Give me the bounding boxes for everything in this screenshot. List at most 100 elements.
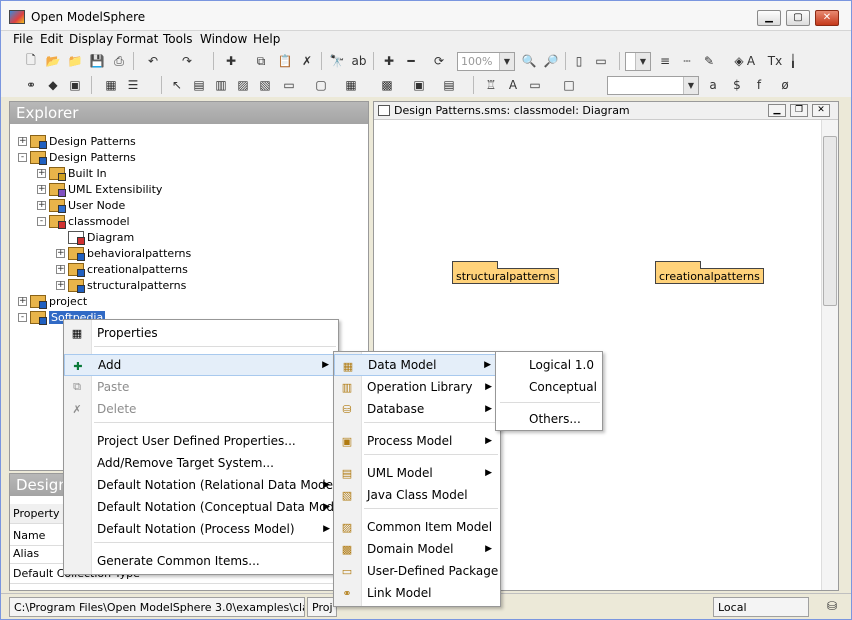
- add-menu-item[interactable]: ▭ User-Defined Package: [334, 560, 500, 582]
- context-menu-item[interactable]: ✗ Delete: [64, 398, 338, 420]
- currency-f-icon[interactable]: f: [751, 77, 767, 93]
- link-tool-icon[interactable]: ▦: [343, 77, 359, 93]
- paste-icon[interactable]: 📋: [277, 53, 293, 69]
- pen-color-icon[interactable]: ✎: [701, 53, 717, 69]
- association-tool-icon[interactable]: ▨: [235, 77, 251, 93]
- line-dash-icon[interactable]: ┄: [679, 53, 695, 69]
- add-menu-item[interactable]: ▧ Java Class Model: [334, 484, 500, 506]
- context-menu-item[interactable]: ▦ Properties: [64, 322, 338, 344]
- page-icon[interactable]: ▯: [571, 53, 587, 69]
- vertical-scrollbar[interactable]: [821, 120, 838, 590]
- null-icon[interactable]: ø: [777, 77, 793, 93]
- zoom-in-icon[interactable]: 🔍: [521, 53, 537, 69]
- chevron-down-icon[interactable]: ▼: [635, 53, 650, 70]
- replace-icon[interactable]: ab: [351, 53, 367, 69]
- class-tool-icon[interactable]: ▤: [191, 77, 207, 93]
- menu-display[interactable]: Display: [69, 32, 113, 46]
- mdi-close-button[interactable]: ✕: [812, 104, 830, 117]
- add-menu-item[interactable]: ▣ Process Model ▶: [334, 430, 500, 452]
- tree-item[interactable]: + project: [18, 293, 87, 309]
- menu-format[interactable]: Format: [116, 32, 158, 46]
- tree-item[interactable]: + Design Patterns: [18, 133, 136, 149]
- graphic-tool-icon[interactable]: ▤: [441, 77, 457, 93]
- menu-file[interactable]: File: [13, 32, 33, 46]
- package-icon[interactable]: ▣: [67, 77, 83, 93]
- minimize-button[interactable]: ▁: [757, 10, 781, 26]
- chevron-down-icon[interactable]: ▼: [683, 77, 698, 94]
- zoom-out-object-icon[interactable]: ━: [403, 53, 419, 69]
- note-tool-icon[interactable]: ▢: [313, 77, 329, 93]
- generalization-tool-icon[interactable]: ▧: [257, 77, 273, 93]
- open-folder-icon[interactable]: 📂: [45, 53, 61, 69]
- mdi-restore-button[interactable]: ❐: [790, 104, 808, 117]
- tree-item[interactable]: - Design Patterns: [18, 149, 136, 165]
- database-icon[interactable]: ⛁: [823, 597, 841, 615]
- add-menu-item[interactable]: ▨ Common Item Model: [334, 516, 500, 538]
- scrollbar-thumb[interactable]: [823, 136, 837, 306]
- open-recent-icon[interactable]: 📁: [67, 53, 83, 69]
- delete-icon[interactable]: ✗: [299, 53, 315, 69]
- add-menu-item[interactable]: ⚭ Link Model: [334, 582, 500, 604]
- currency-dollar-icon[interactable]: $: [729, 77, 745, 93]
- refresh-icon[interactable]: ⟳: [431, 53, 447, 69]
- add-menu-item[interactable]: ▥ Operation Library ▶: [334, 376, 500, 398]
- tree-item[interactable]: + UML Extensibility: [37, 181, 162, 197]
- interface-tool-icon[interactable]: ▥: [213, 77, 229, 93]
- text-label-icon[interactable]: A: [505, 77, 521, 93]
- tree-item[interactable]: + structuralpatterns: [56, 277, 186, 293]
- copy-icon[interactable]: ⧉: [253, 53, 269, 69]
- data-model-menu-item[interactable]: Conceptual: [496, 376, 602, 398]
- tree-item[interactable]: + creationalpatterns: [56, 261, 188, 277]
- cube-icon[interactable]: ◆: [45, 77, 61, 93]
- page-setup-icon[interactable]: ▭: [593, 53, 609, 69]
- add-object-icon[interactable]: ✚: [223, 53, 239, 69]
- image-icon[interactable]: ▭: [527, 77, 543, 93]
- context-menu-item[interactable]: Default Notation (Conceptual Data Model)…: [64, 496, 349, 518]
- title-bar[interactable]: Open ModelSphere ▁ ▢ ✕: [1, 1, 851, 31]
- package-creationalpatterns[interactable]: creationalpatterns: [655, 261, 764, 284]
- close-button[interactable]: ✕: [815, 10, 839, 26]
- table-icon[interactable]: ▦: [103, 77, 119, 93]
- add-menu-item[interactable]: ▦ Data Model ▶: [334, 354, 500, 376]
- context-menu-item[interactable]: Add/Remove Target System...: [64, 452, 338, 474]
- menu-window[interactable]: Window: [200, 32, 247, 46]
- text-icon[interactable]: Tx: [767, 53, 783, 69]
- tree-item[interactable]: + User Node: [37, 197, 125, 213]
- save-icon[interactable]: 💾: [89, 53, 105, 69]
- menu-tools[interactable]: Tools: [163, 32, 193, 46]
- new-file-icon[interactable]: 🗋: [23, 53, 39, 69]
- redo-icon[interactable]: ↷: [179, 53, 195, 69]
- add-menu-item[interactable]: ▤ UML Model ▶: [334, 462, 500, 484]
- tree-item[interactable]: - classmodel: [37, 213, 130, 229]
- line-style-combo[interactable]: ▼: [625, 52, 651, 71]
- link-icon[interactable]: ⚭: [23, 77, 39, 93]
- stamp-icon[interactable]: ♖: [483, 77, 499, 93]
- expand-icon[interactable]: +: [56, 264, 65, 274]
- context-menu-item[interactable]: ⧉ Paste: [64, 376, 338, 398]
- tree-item[interactable]: + behavioralpatterns: [56, 245, 191, 261]
- layout-tool-icon[interactable]: ▣: [411, 77, 427, 93]
- rectangle-icon[interactable]: □: [561, 77, 577, 93]
- expand-icon[interactable]: +: [37, 200, 46, 210]
- dependency-tool-icon[interactable]: ▭: [281, 77, 297, 93]
- pin-icon[interactable]: ╽: [785, 53, 801, 69]
- expand-icon[interactable]: +: [56, 280, 65, 290]
- print-icon[interactable]: ⎙: [111, 53, 127, 69]
- menu-help[interactable]: Help: [253, 32, 280, 46]
- expand-icon[interactable]: +: [56, 248, 65, 258]
- context-menu-item[interactable]: ✚ Add ▶: [64, 354, 338, 376]
- expand-icon[interactable]: +: [37, 184, 46, 194]
- select-arrow-icon[interactable]: ↖: [169, 77, 185, 93]
- collapse-icon[interactable]: -: [18, 152, 27, 162]
- collapse-icon[interactable]: -: [18, 312, 27, 322]
- zoom-out-icon[interactable]: 🔎: [543, 53, 559, 69]
- font-combo[interactable]: ▼: [607, 76, 699, 95]
- undo-icon[interactable]: ↶: [145, 53, 161, 69]
- align-tool-icon[interactable]: ▩: [379, 77, 395, 93]
- tree-item[interactable]: Diagram: [56, 229, 134, 245]
- context-menu-item[interactable]: Project User Defined Properties...: [64, 430, 338, 452]
- tree-item[interactable]: + Built In: [37, 165, 107, 181]
- context-menu-item[interactable]: Generate Common Items...: [64, 550, 338, 572]
- add-menu-item[interactable]: ▩ Domain Model ▶: [334, 538, 500, 560]
- data-model-menu-item[interactable]: Logical 1.0: [496, 354, 602, 376]
